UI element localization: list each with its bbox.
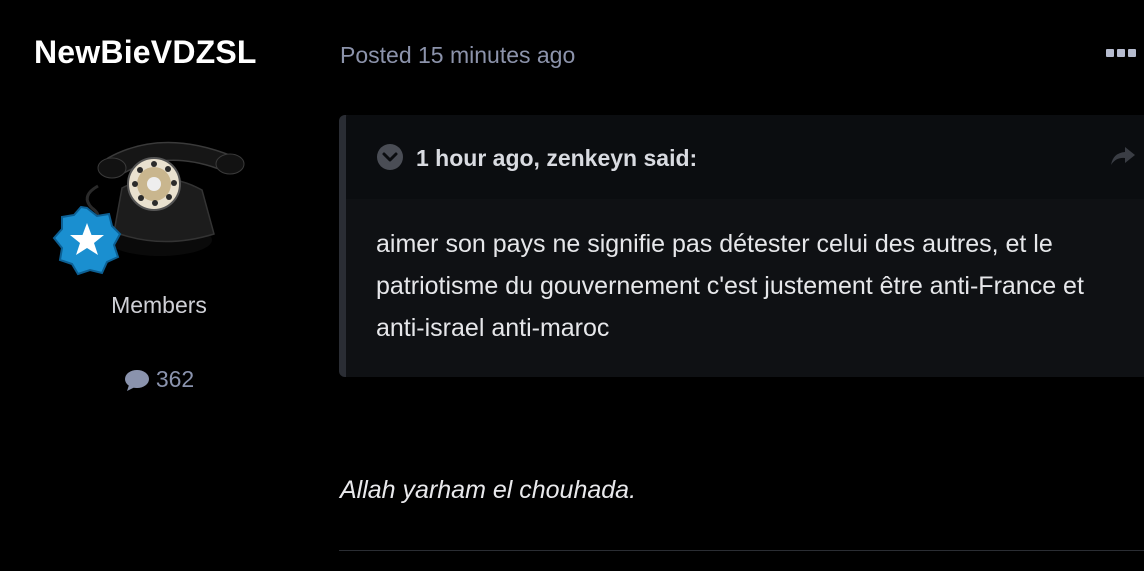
post-divider [339, 550, 1144, 551]
post-count-value: 362 [155, 366, 195, 392]
post-body-text: Allah yarham el chouhada. [340, 476, 637, 504]
member-group-label: Members [111, 292, 207, 318]
star-rank-badge-icon [52, 206, 122, 276]
author-name-link[interactable]: NewBieVDZSL [34, 34, 257, 71]
forum-post: NewBieVDZSL Members 362 Posted 15 minute… [0, 0, 1144, 571]
quote-body-text: aimer son pays ne signifie pas détester … [376, 230, 1084, 342]
quote-citation[interactable]: 1 hour ago, zenkeyn said: [416, 145, 697, 172]
comment-icon [124, 369, 149, 391]
more-options-icon[interactable] [1106, 46, 1140, 60]
quote-block: 1 hour ago, zenkeyn said: aimer son pays… [339, 115, 1144, 377]
author-panel: NewBieVDZSL Members 362 [0, 0, 320, 571]
post-timestamp: Posted 15 minutes ago [340, 42, 576, 68]
chevron-down-circle-icon[interactable] [376, 143, 404, 171]
quote-header: 1 hour ago, zenkeyn said: [346, 115, 1144, 199]
post-count[interactable]: 362 [0, 366, 318, 393]
share-arrow-icon[interactable] [1110, 145, 1136, 167]
